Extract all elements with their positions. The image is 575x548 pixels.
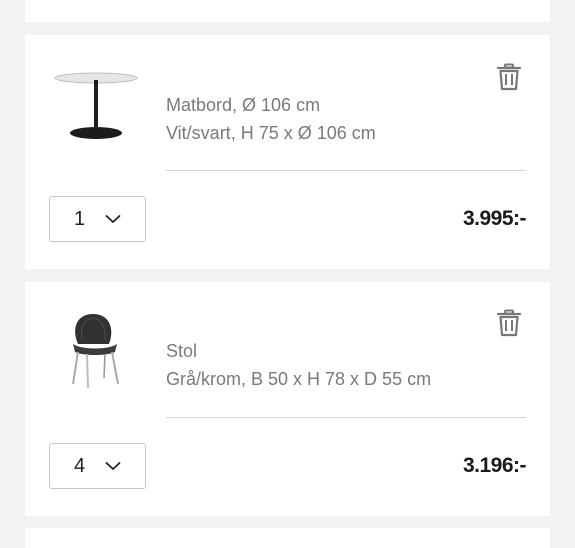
divider bbox=[166, 170, 526, 171]
chair-image bbox=[72, 314, 119, 389]
product-name: Matbord, Ø 106 cm bbox=[166, 95, 321, 115]
product-variant: Vit/svart, H 75 x Ø 106 cm bbox=[166, 123, 376, 143]
product-variant: Grå/krom, B 50 x H 78 x D 55 cm bbox=[166, 369, 432, 389]
trash-icon[interactable] bbox=[496, 309, 522, 337]
divider bbox=[166, 417, 526, 418]
round-table-image bbox=[54, 72, 138, 139]
cart-item: Matbord, Ø 106 cm Vit/svart, H 75 x Ø 10… bbox=[25, 35, 550, 269]
cart-item-card-partial-top bbox=[25, 0, 550, 22]
quantity-value: 4 bbox=[74, 455, 86, 477]
quantity-select[interactable]: 4 bbox=[49, 443, 146, 489]
item-price: 3.196:- bbox=[462, 454, 527, 477]
cart-item-card-partial-bottom bbox=[25, 528, 550, 548]
cart-item: Stol Grå/krom, B 50 x H 78 x D 55 cm 4 3… bbox=[25, 282, 550, 516]
quantity-value: 1 bbox=[74, 208, 86, 230]
chevron-down-icon bbox=[105, 462, 121, 470]
product-name: Stol bbox=[166, 341, 198, 361]
item-price: 3.995:- bbox=[462, 207, 527, 230]
quantity-select[interactable]: 1 bbox=[49, 196, 146, 242]
product-info: Matbord, Ø 106 cm Vit/svart, H 75 x Ø 10… bbox=[166, 91, 376, 147]
chevron-down-icon bbox=[105, 215, 121, 223]
trash-icon[interactable] bbox=[496, 63, 522, 91]
product-info: Stol Grå/krom, B 50 x H 78 x D 55 cm bbox=[166, 337, 431, 393]
